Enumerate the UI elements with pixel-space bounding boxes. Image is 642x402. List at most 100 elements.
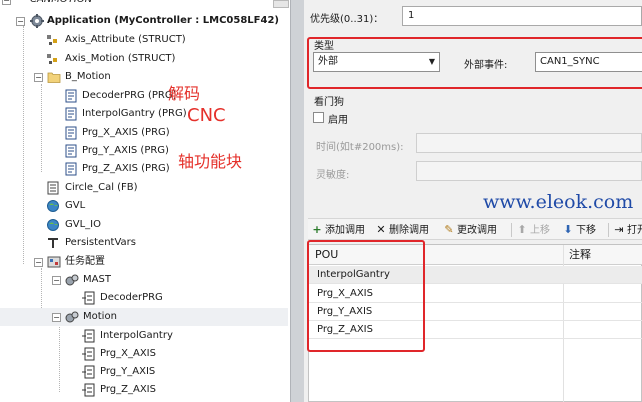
tree-item-label: GVL_IO: [65, 219, 101, 230]
type-select[interactable]: 外部 ▼: [313, 52, 440, 72]
dropdown-arrow-icon[interactable]: ▼: [429, 53, 435, 71]
tree-item-label: DecoderPRG (PRG): [82, 90, 177, 101]
toolbar-separator: [608, 223, 609, 237]
struct-icon: [47, 35, 57, 45]
priority-value: 1: [408, 10, 415, 21]
tree-item-label: Axis_Motion (STRUCT): [65, 53, 176, 64]
move-up-button[interactable]: ⬆ 上移: [516, 222, 550, 238]
priority-label: 优先级(0..31)：: [310, 14, 384, 25]
tree-item-interpol-gantry[interactable]: InterpolGantry (PRG): [0, 105, 270, 123]
tree-item-label: Prg_X_AXIS (PRG): [82, 127, 170, 138]
globe-icon: [47, 200, 59, 212]
tree-item-label: Prg_Z_AXIS: [100, 384, 156, 395]
watchdog-sensitivity-label: 灵敏度:: [316, 170, 350, 181]
tree-item-label: Prg_Z_AXIS (PRG): [82, 163, 170, 174]
gear-icon: [30, 14, 44, 28]
tree-item-label: Axis_Attribute (STRUCT): [65, 34, 186, 45]
tree-item-label: GVL: [65, 200, 86, 211]
program-icon: [65, 89, 77, 103]
tree-item-motion[interactable]: − Motion: [0, 308, 288, 326]
external-event-label: 外部事件:: [464, 60, 508, 71]
collapse-icon[interactable]: −: [16, 17, 25, 26]
tree-item-motion-prg-x-axis[interactable]: Prg_X_AXIS: [0, 345, 270, 363]
tree-item-label: Circle_Cal (FB): [65, 182, 138, 193]
tree-item-gvl-io[interactable]: GVL_IO: [0, 216, 270, 234]
tree-item-motion-prg-y-axis[interactable]: Prg_Y_AXIS: [0, 363, 270, 381]
priority-input[interactable]: 1: [402, 6, 642, 26]
tree-item-label: Motion: [83, 311, 117, 322]
tree-item-label: Prg_X_AXIS: [100, 348, 156, 359]
pou-call-toolbar: +添加调用 ✕删除调用 ✎更改调用 ⬆上移 ⬇下移 ⇥打开: [308, 218, 642, 240]
program-icon: [65, 126, 77, 140]
tree-item-decoder-prg[interactable]: DecoderPRG (PRG): [0, 87, 270, 105]
tree-item-mast-decoder-prg[interactable]: DecoderPRG: [0, 289, 270, 307]
type-select-value: 外部: [318, 56, 338, 67]
tree-item-mast[interactable]: − MAST: [0, 271, 270, 289]
tree-item-application[interactable]: − Application (MyController : LMC058LF42…: [0, 12, 279, 30]
watermark-text: www.eleok.com: [483, 191, 634, 213]
tree-item-label: Prg_Y_AXIS: [100, 366, 156, 377]
tree-item-label: InterpolGantry (PRG): [82, 108, 187, 119]
tree-item-circle-cal[interactable]: Circle_Cal (FB): [0, 179, 270, 197]
type-group-label: 类型: [314, 41, 334, 52]
program-icon: [65, 162, 77, 176]
tree-item-label: Application (MyController : LMC058LF42): [47, 15, 279, 26]
task-icon: [65, 274, 79, 286]
external-event-value: CAN1_SYNC: [540, 56, 600, 67]
tree-item-label: Prg_Y_AXIS (PRG): [82, 145, 169, 156]
collapse-icon[interactable]: −: [34, 258, 43, 267]
struct-icon: [47, 54, 57, 64]
watchdog-sensitivity-input[interactable]: [416, 161, 642, 181]
add-call-button[interactable]: + 添加调用: [311, 222, 365, 238]
persistent-vars-icon: [48, 238, 58, 248]
project-tree[interactable]: − CANMOTION − Application (MyController …: [0, 0, 290, 402]
tree-item-motion-prg-z-axis[interactable]: Prg_Z_AXIS: [0, 381, 270, 399]
task-config-icon: [47, 256, 61, 268]
change-call-button[interactable]: ✎ 更改调用: [443, 222, 497, 238]
open-icon: ⇥: [614, 223, 624, 236]
annotation-cnc: CNC: [187, 105, 226, 126]
tree-item-label: MAST: [83, 274, 111, 285]
tree-scrollbar-stub[interactable]: [273, 0, 289, 8]
watchdog-enable-label: 启用: [328, 115, 348, 126]
tree-item-motion-interpol-gantry[interactable]: InterpolGantry: [0, 327, 270, 345]
tree-item-canmotion[interactable]: − CANMOTION: [0, 0, 270, 9]
collapse-icon[interactable]: −: [2, 0, 11, 5]
program-call-icon: [82, 291, 95, 305]
watchdog-time-input[interactable]: [416, 133, 642, 153]
open-button[interactable]: ⇥打开: [613, 222, 642, 238]
arrow-up-icon: ⬆: [517, 223, 527, 236]
program-call-icon: [82, 329, 95, 343]
panel-splitter[interactable]: [290, 0, 304, 402]
edit-icon: ✎: [444, 223, 454, 236]
function-block-icon: [47, 181, 59, 195]
tree-item-axis-motion[interactable]: Axis_Motion (STRUCT): [0, 50, 270, 68]
tree-item-label: 任务配置: [65, 256, 105, 267]
delete-call-button[interactable]: ✕ 删除调用: [375, 222, 429, 238]
program-call-icon: [82, 383, 95, 397]
collapse-icon[interactable]: −: [34, 73, 43, 82]
external-event-select[interactable]: CAN1_SYNC: [535, 52, 642, 72]
tree-item-prg-x-axis[interactable]: Prg_X_AXIS (PRG): [0, 124, 270, 142]
program-icon: [65, 144, 77, 158]
collapse-icon[interactable]: −: [52, 313, 61, 322]
program-call-icon: [82, 347, 95, 361]
collapse-icon[interactable]: −: [52, 276, 61, 285]
tree-item-axis-attribute[interactable]: Axis_Attribute (STRUCT): [0, 31, 270, 49]
column-header-comment[interactable]: 注释: [563, 245, 642, 265]
tree-item-gvl[interactable]: GVL: [0, 197, 270, 215]
delete-icon: ✕: [376, 223, 386, 236]
arrow-down-icon: ⬇: [563, 223, 573, 236]
move-down-button[interactable]: ⬇ 下移: [562, 222, 596, 238]
toolbar-separator: [511, 223, 512, 237]
tree-item-persistent-vars[interactable]: PersistentVars: [0, 234, 270, 252]
watchdog-time-label: 时间(如t#200ms):: [316, 142, 404, 153]
globe-icon: [47, 219, 59, 231]
tree-item-task-config[interactable]: − 任务配置: [0, 253, 270, 271]
program-call-icon: [82, 365, 95, 379]
folder-icon: [47, 72, 61, 83]
tree-item-b-motion[interactable]: − B_Motion: [0, 68, 270, 86]
watchdog-enable-checkbox[interactable]: [313, 112, 324, 123]
tree-item-label: InterpolGantry: [100, 330, 173, 341]
annotation-axis-function-block: 轴功能块: [178, 152, 243, 171]
